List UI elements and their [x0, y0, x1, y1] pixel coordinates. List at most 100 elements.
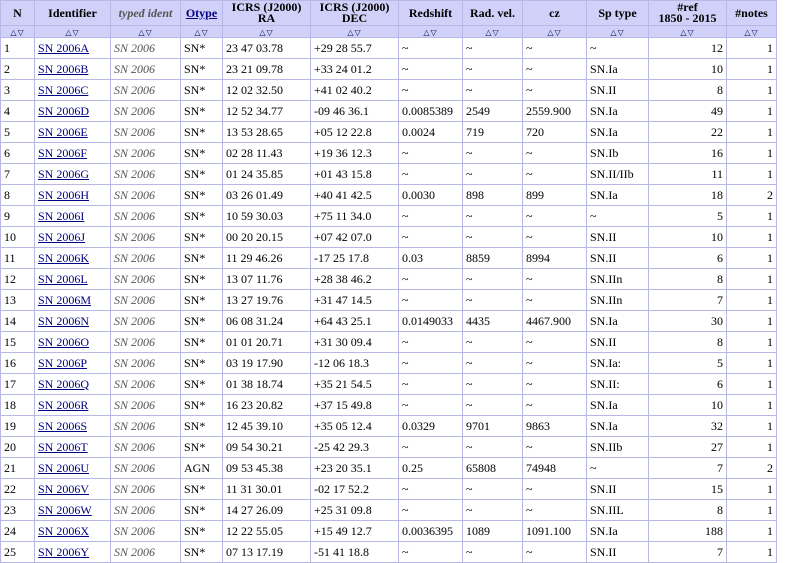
identifier-link[interactable]: SN 2006O — [38, 335, 89, 349]
cell-identifier[interactable]: SN 2006V — [34, 478, 111, 500]
cell-identifier[interactable]: SN 2006N — [34, 310, 111, 332]
identifier-link[interactable]: SN 2006X — [38, 524, 89, 538]
cell-ref: 7 — [648, 457, 727, 479]
sort-identifier[interactable]: △▽ — [34, 25, 111, 38]
identifier-link[interactable]: SN 2006F — [38, 146, 87, 160]
sort-ra[interactable]: △▽ — [222, 25, 311, 38]
sort-ref[interactable]: △▽ — [648, 25, 727, 38]
cell-identifier[interactable]: SN 2006K — [34, 247, 111, 269]
cell-cz: 899 — [522, 184, 587, 206]
identifier-link[interactable]: SN 2006I — [38, 209, 84, 223]
cell-identifier[interactable]: SN 2006L — [34, 268, 111, 290]
identifier-link[interactable]: SN 2006E — [38, 125, 88, 139]
sort-arrows-icon[interactable]: △▽ — [10, 29, 24, 37]
col-header-otype[interactable]: Otype — [180, 0, 223, 26]
sort-arrows-icon[interactable]: △▽ — [610, 29, 624, 37]
cell-identifier[interactable]: SN 2006X — [34, 520, 111, 542]
cell-identifier[interactable]: SN 2006M — [34, 289, 111, 311]
cell-identifier[interactable]: SN 2006P — [34, 352, 111, 374]
cell-notes: 1 — [726, 394, 777, 416]
cell-radvel: ~ — [462, 268, 523, 290]
identifier-link[interactable]: SN 2006Y — [38, 545, 89, 559]
sort-typed-ident[interactable]: △▽ — [110, 25, 181, 38]
identifier-link[interactable]: SN 2006L — [38, 272, 88, 286]
cell-ra: 13 53 28.65 — [222, 121, 311, 143]
identifier-link[interactable]: SN 2006S — [38, 419, 87, 433]
sort-dec[interactable]: △▽ — [310, 25, 399, 38]
cell-identifier[interactable]: SN 2006H — [34, 184, 111, 206]
cell-identifier[interactable]: SN 2006B — [34, 58, 111, 80]
sort-notes[interactable]: △▽ — [726, 25, 777, 38]
cell-identifier[interactable]: SN 2006I — [34, 205, 111, 227]
col-header-typed-ident: typed ident — [110, 0, 181, 26]
cell-notes: 2 — [726, 457, 777, 479]
sort-sptype[interactable]: △▽ — [586, 25, 649, 38]
cell-otype: SN* — [180, 247, 223, 269]
cell-identifier[interactable]: SN 2006E — [34, 121, 111, 143]
sort-cz[interactable]: △▽ — [522, 25, 587, 38]
identifier-link[interactable]: SN 2006K — [38, 251, 89, 265]
identifier-link[interactable]: SN 2006R — [38, 398, 88, 412]
sort-radvel[interactable]: △▽ — [462, 25, 523, 38]
sort-arrows-icon[interactable]: △▽ — [744, 29, 758, 37]
identifier-link[interactable]: SN 2006C — [38, 83, 88, 97]
cell-identifier[interactable]: SN 2006W — [34, 499, 111, 521]
identifier-link[interactable]: SN 2006N — [38, 314, 89, 328]
identifier-link[interactable]: SN 2006T — [38, 440, 88, 454]
identifier-link[interactable]: SN 2006D — [38, 104, 89, 118]
sort-arrows-icon[interactable]: △▽ — [347, 29, 361, 37]
sort-arrows-icon[interactable]: △▽ — [65, 29, 79, 37]
sort-arrows-icon[interactable]: △▽ — [547, 29, 561, 37]
sort-arrows-icon[interactable]: △▽ — [680, 29, 694, 37]
cell-identifier[interactable]: SN 2006R — [34, 394, 111, 416]
identifier-link[interactable]: SN 2006G — [38, 167, 89, 181]
sort-arrows-icon[interactable]: △▽ — [138, 29, 152, 37]
sort-n[interactable]: △▽ — [0, 25, 35, 38]
identifier-link[interactable]: SN 2006H — [38, 188, 89, 202]
cell-typed-ident: SN 2006 — [110, 331, 181, 353]
cell-identifier[interactable]: SN 2006J — [34, 226, 111, 248]
cell-identifier[interactable]: SN 2006F — [34, 142, 111, 164]
table-row: 11 SN 2006K SN 2006 SN* 11 29 46.26 -17 25 17… — [0, 247, 777, 269]
cell-radvel: ~ — [462, 79, 523, 101]
identifier-link[interactable]: SN 2006B — [38, 62, 88, 76]
cell-identifier[interactable]: SN 2006C — [34, 79, 111, 101]
identifier-link[interactable]: SN 2006J — [38, 230, 85, 244]
sort-arrows-icon[interactable]: △▽ — [423, 29, 437, 37]
otype-link[interactable]: Otype — [186, 6, 217, 20]
cell-identifier[interactable]: SN 2006U — [34, 457, 111, 479]
sort-arrows-icon[interactable]: △▽ — [485, 29, 499, 37]
cell-identifier[interactable]: SN 2006Q — [34, 373, 111, 395]
identifier-link[interactable]: SN 2006U — [38, 461, 89, 475]
sort-arrows-icon[interactable]: △▽ — [194, 29, 208, 37]
identifier-link[interactable]: SN 2006A — [38, 41, 89, 55]
cell-redshift: ~ — [398, 352, 463, 374]
cell-otype: SN* — [180, 310, 223, 332]
cell-n: 25 — [0, 541, 35, 563]
cell-identifier[interactable]: SN 2006Y — [34, 541, 111, 563]
sort-otype[interactable]: △▽ — [180, 25, 223, 38]
identifier-link[interactable]: SN 2006V — [38, 482, 89, 496]
cell-ref: 27 — [648, 436, 727, 458]
identifier-link[interactable]: SN 2006W — [38, 503, 92, 517]
cell-n: 16 — [0, 352, 35, 374]
cell-cz: ~ — [522, 541, 587, 563]
cell-dec: -25 42 29.3 — [310, 436, 399, 458]
cell-identifier[interactable]: SN 2006S — [34, 415, 111, 437]
sort-arrows-icon[interactable]: △▽ — [259, 29, 273, 37]
identifier-link[interactable]: SN 2006M — [38, 293, 91, 307]
identifier-link[interactable]: SN 2006Q — [38, 377, 89, 391]
cell-sptype: ~ — [586, 37, 649, 59]
cell-identifier[interactable]: SN 2006G — [34, 163, 111, 185]
cell-cz: ~ — [522, 352, 587, 374]
cell-notes: 1 — [726, 247, 777, 269]
cell-ra: 23 21 09.78 — [222, 58, 311, 80]
identifier-link[interactable]: SN 2006P — [38, 356, 87, 370]
cell-identifier[interactable]: SN 2006D — [34, 100, 111, 122]
cell-radvel: ~ — [462, 478, 523, 500]
cell-identifier[interactable]: SN 2006T — [34, 436, 111, 458]
cell-identifier[interactable]: SN 2006O — [34, 331, 111, 353]
sort-redshift[interactable]: △▽ — [398, 25, 463, 38]
cell-identifier[interactable]: SN 2006A — [34, 37, 111, 59]
cell-ra: 16 23 20.82 — [222, 394, 311, 416]
